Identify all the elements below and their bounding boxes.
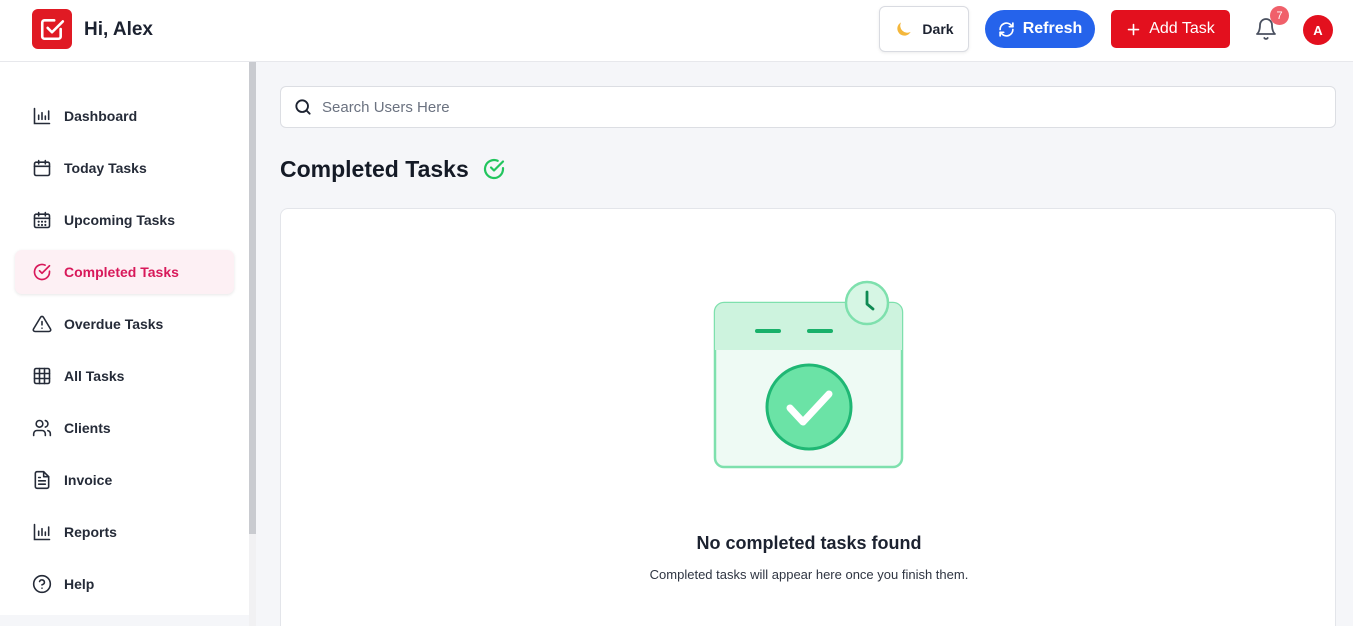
sidebar-item-clients[interactable]: Clients — [15, 406, 234, 450]
sidebar-item-dashboard[interactable]: Dashboard — [15, 94, 234, 138]
refresh-icon — [998, 21, 1014, 37]
plus-icon — [1127, 23, 1140, 35]
help-circle-icon — [32, 574, 52, 594]
sidebar-item-invoice[interactable]: Invoice — [15, 458, 234, 502]
sidebar-item-label: All Tasks — [64, 368, 125, 384]
theme-toggle-label: Dark — [922, 21, 954, 37]
calendar-check-illustration — [713, 280, 904, 469]
search-icon — [295, 99, 311, 115]
page-title: Completed Tasks — [280, 156, 469, 182]
top-header: Hi, Alex Dark Refresh Add Task 7 A — [0, 0, 1353, 62]
sidebar: Dashboard Today Tasks Upcoming Tasks Com… — [0, 62, 249, 615]
sidebar-item-label: Reports — [64, 524, 117, 540]
search-input[interactable] — [322, 98, 1302, 116]
bar-chart-icon — [33, 523, 51, 541]
sidebar-item-label: Completed Tasks — [64, 264, 179, 280]
sidebar-item-today-tasks[interactable]: Today Tasks — [15, 146, 234, 190]
empty-state-subtitle: Completed tasks will appear here once yo… — [649, 567, 969, 582]
sidebar-item-label: Invoice — [64, 472, 113, 488]
notification-badge: 7 — [1270, 6, 1289, 25]
users-icon — [32, 419, 52, 437]
refresh-button[interactable]: Refresh — [985, 10, 1095, 48]
sidebar-item-reports[interactable]: Reports — [15, 510, 234, 554]
sidebar-item-help[interactable]: Help — [15, 562, 234, 606]
bar-chart-icon — [33, 107, 51, 125]
greeting: Hi, Alex — [84, 19, 153, 40]
avatar[interactable]: A — [1303, 15, 1333, 45]
app-logo[interactable] — [32, 9, 72, 49]
search-bar[interactable] — [280, 86, 1336, 128]
theme-toggle-button[interactable]: Dark — [879, 6, 969, 52]
sidebar-scrollbar-thumb[interactable] — [249, 62, 256, 534]
sidebar-item-label: Upcoming Tasks — [64, 212, 175, 228]
empty-state-title: No completed tasks found — [696, 533, 922, 553]
grid-icon — [33, 367, 51, 385]
sidebar-item-label: Help — [64, 576, 95, 592]
check-circle-icon — [483, 158, 505, 180]
sidebar-item-completed-tasks[interactable]: Completed Tasks — [15, 250, 234, 294]
sidebar-item-label: Overdue Tasks — [64, 316, 164, 332]
sidebar-item-all-tasks[interactable]: All Tasks — [15, 354, 234, 398]
add-task-button[interactable]: Add Task — [1111, 10, 1230, 48]
checkbox-logo-icon — [40, 19, 65, 41]
warning-icon — [32, 315, 52, 333]
sidebar-item-label: Today Tasks — [64, 160, 147, 176]
sidebar-item-label: Clients — [64, 420, 111, 436]
add-task-label: Add Task — [1149, 20, 1215, 37]
moon-icon — [897, 22, 912, 36]
calendar-days-icon — [33, 211, 51, 229]
document-icon — [34, 470, 50, 490]
completed-tasks-panel: No completed tasks found Completed tasks… — [280, 208, 1336, 626]
sidebar-item-label: Dashboard — [64, 108, 138, 124]
check-circle-icon — [33, 263, 51, 281]
refresh-label: Refresh — [1022, 20, 1083, 37]
sidebar-item-overdue-tasks[interactable]: Overdue Tasks — [15, 302, 234, 346]
sidebar-item-upcoming-tasks[interactable]: Upcoming Tasks — [15, 198, 234, 242]
calendar-icon — [33, 159, 51, 177]
